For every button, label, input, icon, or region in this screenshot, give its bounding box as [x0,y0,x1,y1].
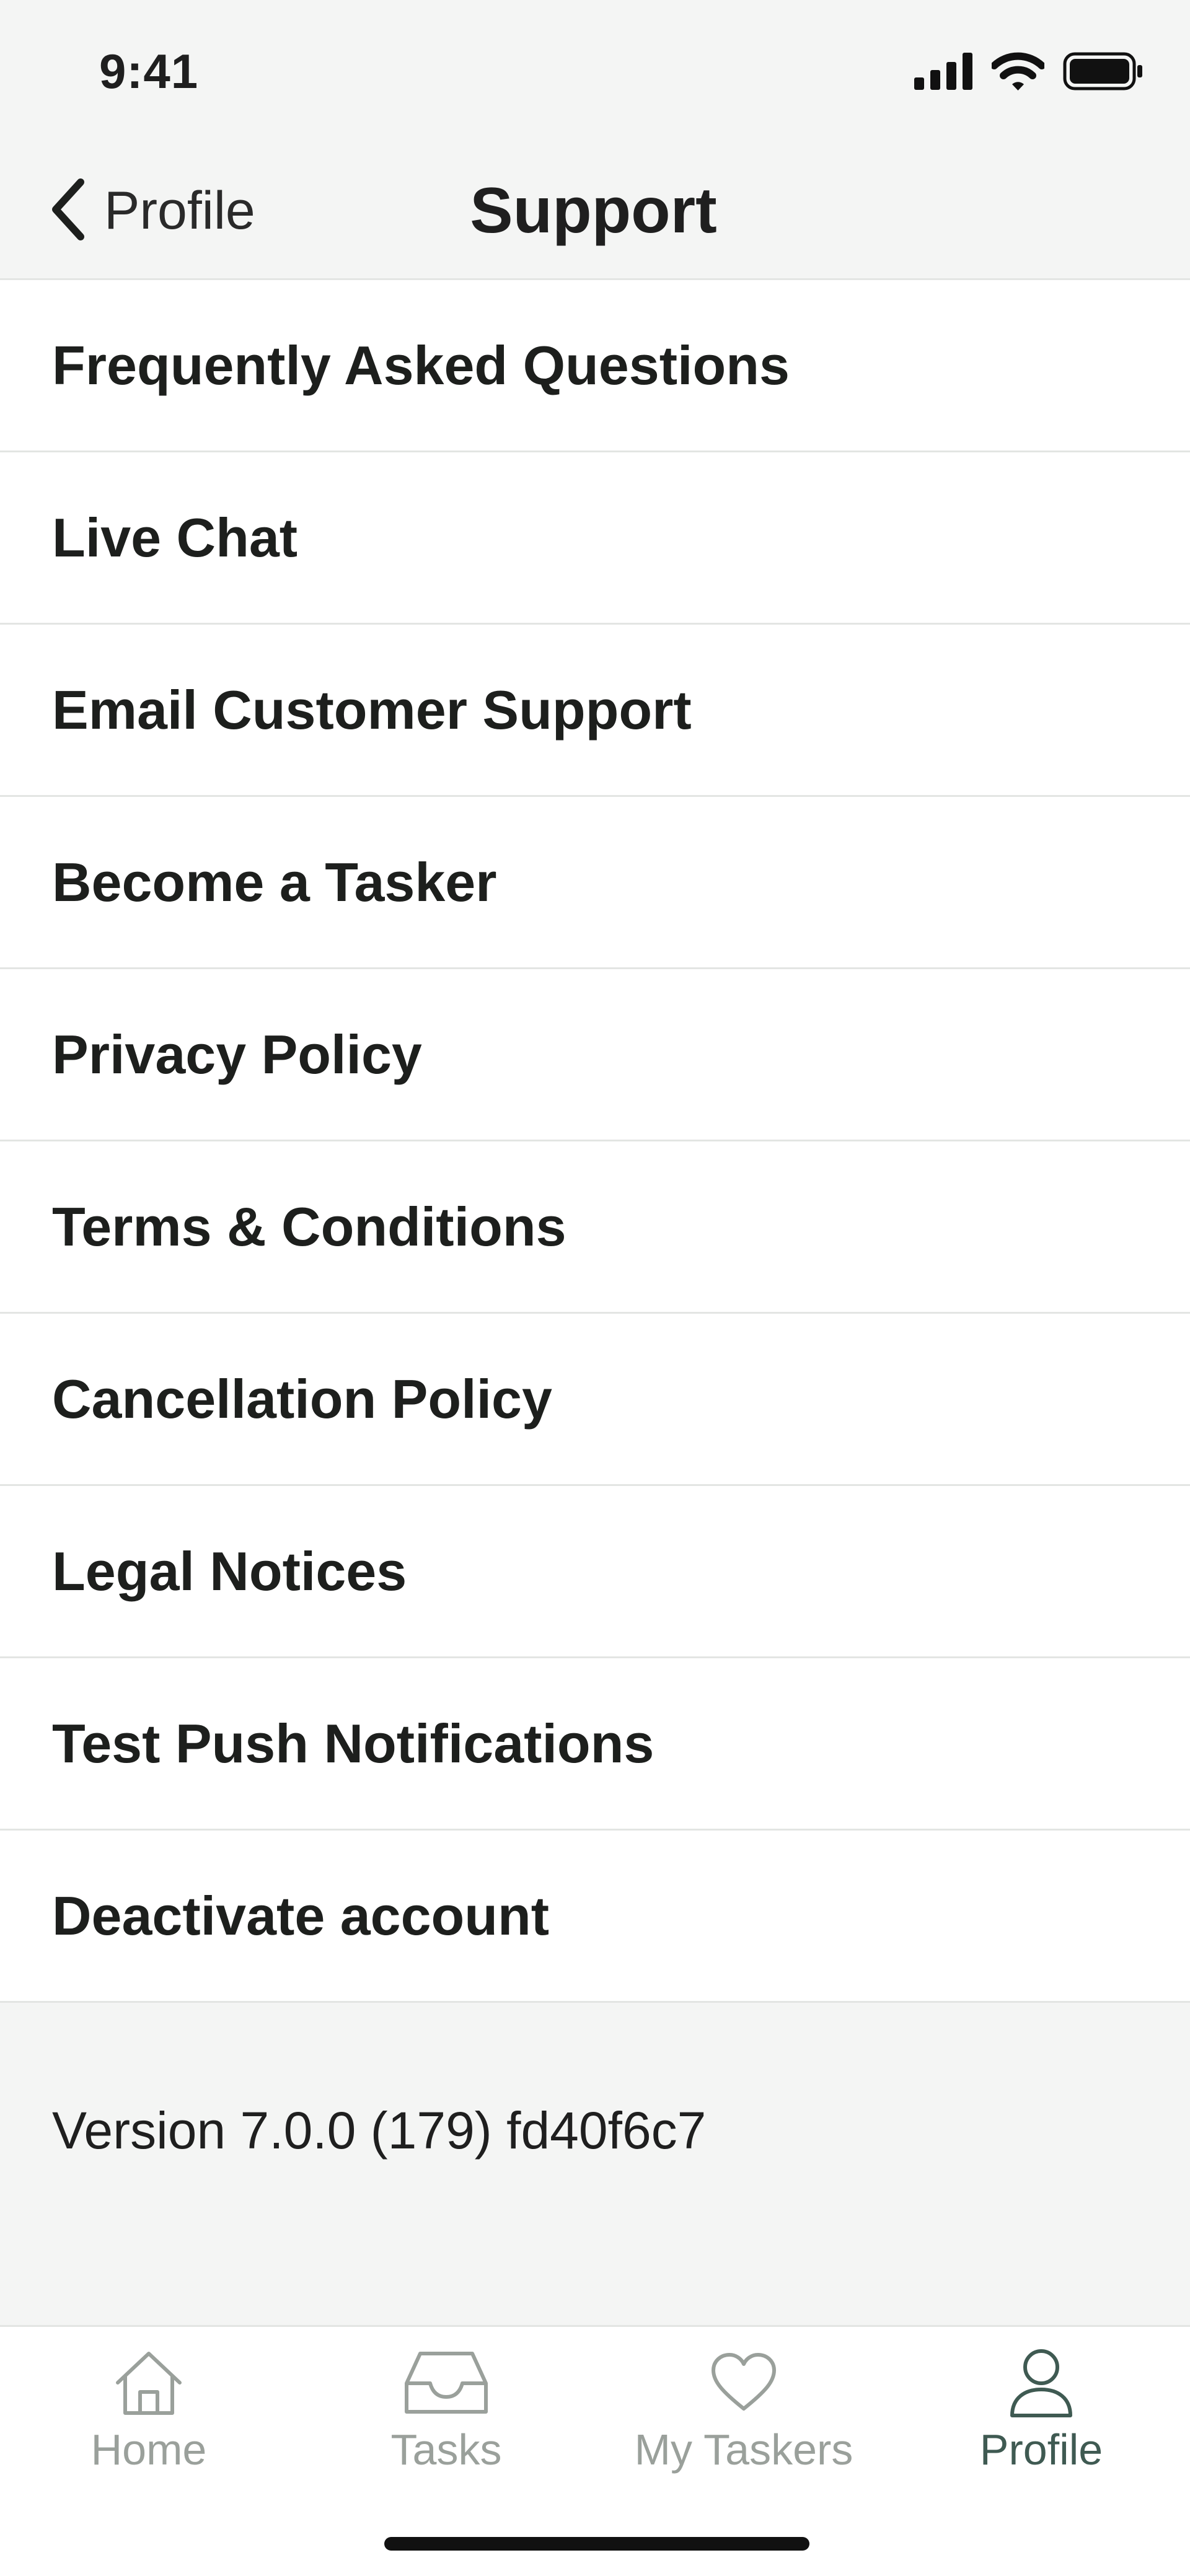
tab-home[interactable]: Home [0,2327,298,2507]
person-icon [1007,2345,1075,2420]
menu-item-privacy-policy[interactable]: Privacy Policy [0,969,1190,1141]
menu-item-live-chat[interactable]: Live Chat [0,452,1190,625]
tab-tasks[interactable]: Tasks [298,2327,595,2507]
heart-icon [710,2345,778,2420]
menu-item-email-support[interactable]: Email Customer Support [0,625,1190,797]
support-menu-list: Frequently Asked Questions Live Chat Ema… [0,280,1190,2003]
menu-item-legal-notices[interactable]: Legal Notices [0,1486,1190,1658]
status-bar: 9:41 [0,0,1190,143]
menu-item-cancellation-policy[interactable]: Cancellation Policy [0,1314,1190,1486]
navigation-bar: Profile Support [0,143,1190,280]
page-title: Support [470,175,717,247]
menu-item-terms-conditions[interactable]: Terms & Conditions [0,1141,1190,1314]
home-icon [112,2345,186,2420]
status-icons [914,52,1144,94]
status-time: 9:41 [99,44,199,99]
signal-icon [914,53,973,93]
tab-my-taskers[interactable]: My Taskers [595,2327,892,2507]
home-indicator [384,2537,809,2551]
tab-my-taskers-label: My Taskers [634,2425,853,2474]
inbox-icon [403,2345,490,2420]
tab-profile-label: Profile [979,2425,1103,2474]
wifi-icon [990,52,1046,94]
menu-item-deactivate-account[interactable]: Deactivate account [0,1831,1190,2003]
menu-item-become-tasker[interactable]: Become a Tasker [0,797,1190,969]
tab-home-label: Home [90,2425,207,2474]
tab-profile[interactable]: Profile [892,2327,1190,2507]
version-label: Version 7.0.0 (179) fd40f6c7 [52,2101,707,2160]
battery-icon [1063,52,1144,94]
menu-item-test-push[interactable]: Test Push Notifications [0,1658,1190,1831]
menu-item-faq[interactable]: Frequently Asked Questions [0,280,1190,452]
tab-tasks-label: Tasks [390,2425,502,2474]
